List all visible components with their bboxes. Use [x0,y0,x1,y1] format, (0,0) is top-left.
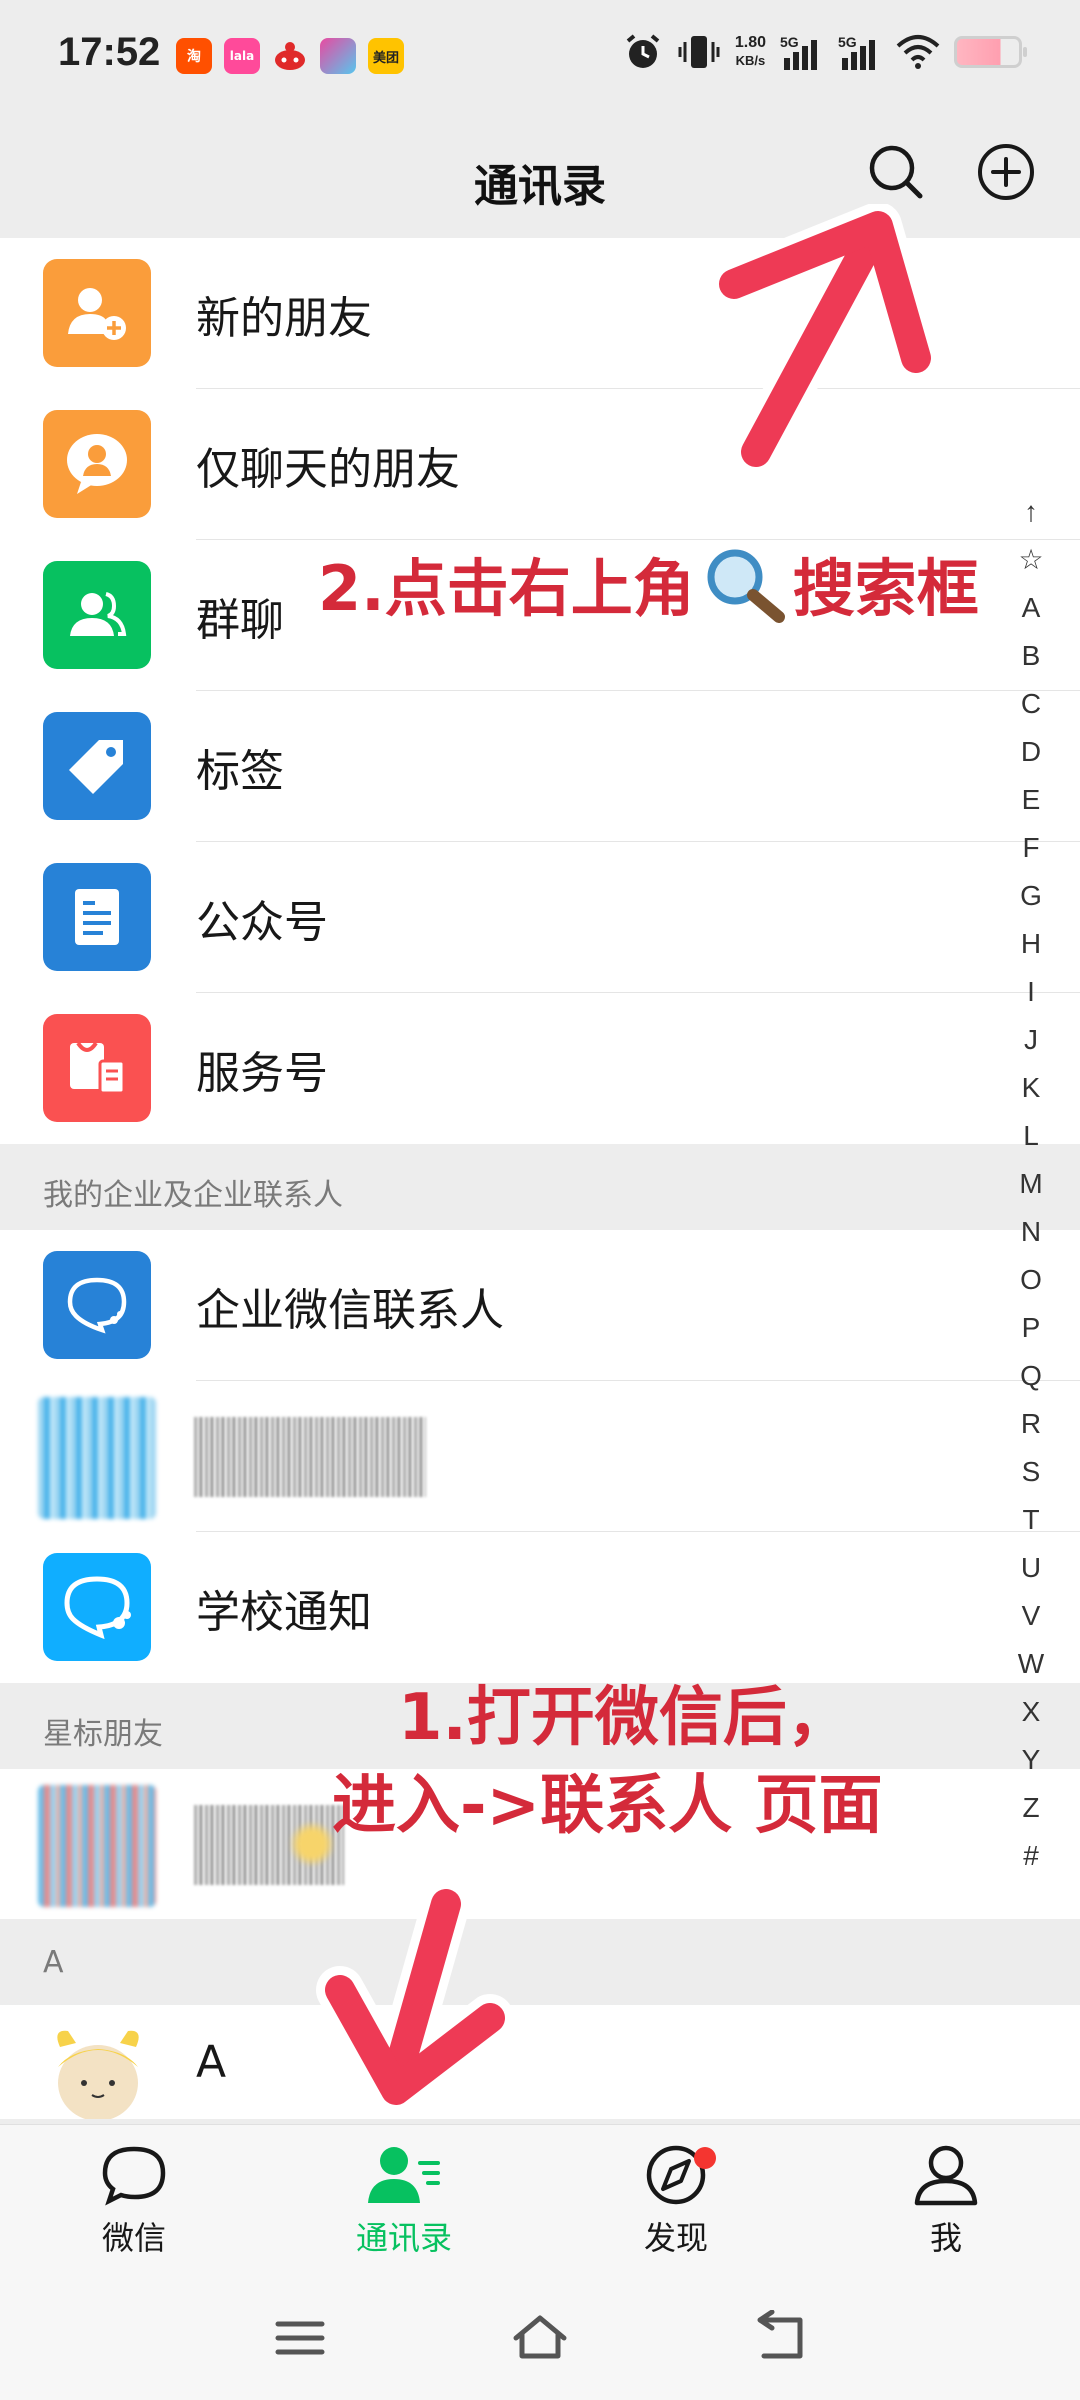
back-icon [757,2309,803,2359]
alphabet-index-letter[interactable]: J [1024,1016,1038,1064]
alphabet-index-letter[interactable]: Q [1020,1352,1042,1400]
alphabet-index-letter[interactable]: O [1020,1256,1042,1304]
alphabet-index-letter[interactable]: L [1023,1112,1039,1160]
alphabet-index-letter[interactable]: Z [1022,1784,1039,1832]
notification-icons: 淘 lala 美团 [176,38,404,74]
signal-sim1-icon: 5G [780,34,824,70]
annotation-step-1-line-1: 1.打开微信后， [398,1681,851,1755]
network-speed: 1.80 KB/s [734,34,766,68]
search-button[interactable] [866,142,926,202]
add-friend-icon [43,259,151,367]
alphabet-index-letter[interactable]: E [1022,776,1041,824]
status-bar: 17:52 淘 lala 美团 1.80 KB/s 5G 5G [0,0,1080,112]
magnifier-emoji-icon [707,549,785,623]
service-account-icon [43,1014,151,1122]
tab-me[interactable]: 我 [846,2143,1046,2269]
plus-circle-icon [978,144,1034,200]
system-navigation-bar [0,2274,1080,2400]
back-button[interactable] [750,2309,810,2366]
arrow-to-contacts-tab-icon [316,1882,512,2114]
alphabet-index-letter[interactable]: N [1021,1208,1041,1256]
blurred-contact-row[interactable] [0,1381,1080,1532]
alphabet-index-letter[interactable]: X [1022,1688,1041,1736]
alphabet-index-letter[interactable]: K [1022,1064,1041,1112]
game-app-icon [320,38,356,74]
menu-item-school-notice[interactable]: 学校通知 [0,1532,1080,1683]
menu-item-official-accounts[interactable]: 公众号 [0,842,1080,993]
alphabet-index-letter[interactable]: P [1022,1304,1041,1352]
alphabet-index-letter[interactable]: D [1021,728,1041,776]
lala-app-icon: lala [224,38,260,74]
tag-icon [43,712,151,820]
work-wechat-icon [43,1251,151,1359]
alphabet-index-letter[interactable]: T [1022,1496,1039,1544]
school-notice-icon [43,1553,151,1661]
person-icon [914,2145,978,2206]
contact-row-a[interactable]: A [0,2005,1080,2119]
menu-item-work-wechat-contacts[interactable]: 企业微信联系人 [0,1230,1080,1381]
annotation-step-1-line-2: 进入->联系人 页面 [332,1769,883,1843]
chat-only-friend-icon [43,410,151,518]
recent-apps-button[interactable] [270,2310,330,2366]
blurred-contact-name [194,1417,426,1497]
status-indicators: 1.80 KB/s 5G 5G [623,32,1027,72]
section-header-a: A [0,1919,1080,2005]
alphabet-index-letter[interactable]: # [1023,1832,1039,1880]
battery-icon [954,36,1027,68]
alphabet-index-letter[interactable]: G [1020,872,1042,920]
notification-badge [694,2147,716,2169]
alphabet-index-letter[interactable]: I [1027,968,1035,1016]
alphabet-index-letter[interactable]: ↑ [1024,488,1038,536]
taobao-app-icon: 淘 [176,38,212,74]
wifi-icon [896,35,940,69]
red-app-icon [272,38,308,74]
menu-icon [275,2321,325,2355]
group-chat-icon [43,561,151,669]
arrow-to-search-icon [710,204,940,474]
avatar [38,1397,156,1519]
avatar [46,2023,150,2119]
annotation-step-2: 2.点击右上角 搜索框 [318,538,979,628]
search-icon [869,145,923,199]
alphabet-index-letter[interactable]: U [1021,1544,1041,1592]
meituan-app-icon: 美团 [368,38,404,74]
tab-contacts[interactable]: 通讯录 [304,2143,504,2269]
alphabet-index-letter[interactable]: ☆ [1018,536,1043,584]
contacts-icon [368,2147,440,2203]
alphabet-index-letter[interactable]: R [1021,1400,1041,1448]
bottom-tab-bar: 微信 通讯录 发现 我 [0,2124,1080,2274]
status-time: 17:52 [58,30,161,74]
alphabet-index-letter[interactable]: S [1022,1448,1041,1496]
alphabet-index-letter[interactable]: F [1022,824,1039,872]
alphabet-index-letter[interactable]: A [1022,584,1041,632]
home-icon [513,2315,567,2359]
alphabet-index-letter[interactable]: B [1022,632,1041,680]
add-button[interactable] [976,142,1036,202]
section-header-enterprise: 我的企业及企业联系人 [0,1144,1080,1230]
signal-sim2-icon: 5G [838,34,882,70]
alphabet-index-letter[interactable]: W [1018,1640,1044,1688]
home-button[interactable] [510,2310,570,2366]
tab-chats[interactable]: 微信 [34,2143,234,2269]
menu-item-tags[interactable]: 标签 [0,691,1080,842]
avatar [38,1785,156,1907]
alphabet-index[interactable]: ↑ ☆ A B C D E F G H I J K L M N O P Q R S T U V W X Y Z # [996,488,1066,1880]
alphabet-index-letter[interactable]: M [1019,1160,1042,1208]
alphabet-index-letter[interactable]: Y [1022,1736,1041,1784]
chat-bubble-icon [102,2146,166,2206]
vibrate-icon [678,36,720,68]
alarm-icon [626,34,660,68]
alphabet-index-letter[interactable]: H [1021,920,1041,968]
tab-discover[interactable]: 发现 [576,2143,776,2269]
official-account-icon [43,863,151,971]
menu-item-service-accounts[interactable]: 服务号 [0,993,1080,1144]
alphabet-index-letter[interactable]: V [1022,1592,1041,1640]
alphabet-index-letter[interactable]: C [1021,680,1041,728]
